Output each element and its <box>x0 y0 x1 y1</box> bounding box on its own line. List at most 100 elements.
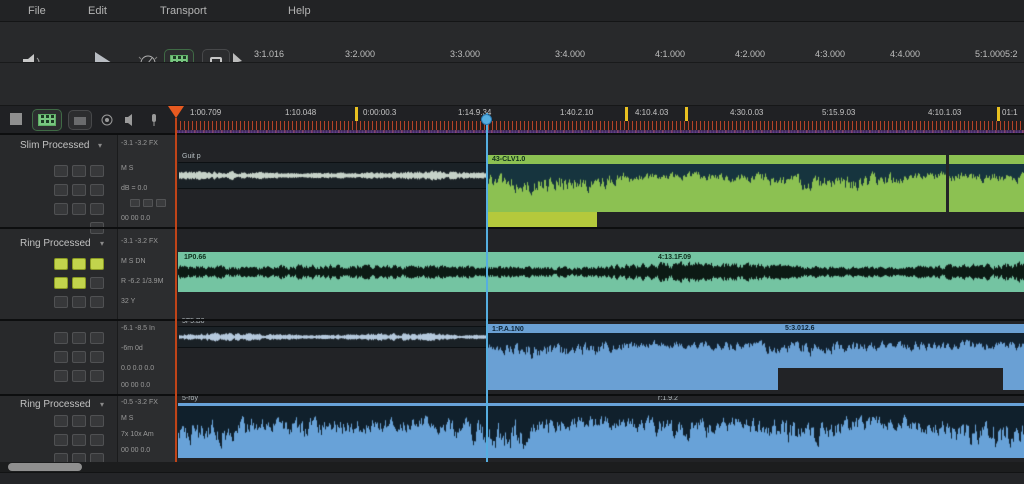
track-grid-button[interactable] <box>54 184 68 196</box>
track-grid-button[interactable] <box>90 277 104 289</box>
track-grid-button[interactable] <box>54 203 68 215</box>
edit-cursor-marker[interactable] <box>168 106 184 118</box>
speaker-small-icon[interactable] <box>124 113 138 127</box>
mini-button[interactable] <box>130 199 140 207</box>
audio-clip-green[interactable]: 43-CLV1.0 <box>487 155 1024 212</box>
track-grid-button[interactable] <box>72 332 86 344</box>
timeline-marker[interactable] <box>625 107 628 121</box>
track-volume-readout[interactable]: -3.1 -3.2 FX <box>121 238 175 245</box>
track-ruler-label: 1:40.2.10 <box>560 108 594 117</box>
track-grid-button[interactable] <box>90 434 104 446</box>
track-mute-solo[interactable]: M S <box>121 415 175 422</box>
track-grid-button[interactable] <box>72 277 86 289</box>
clip-waveform-strip[interactable] <box>178 326 487 348</box>
track-meter-readout: 32 Y <box>121 298 136 305</box>
track-grid-button[interactable] <box>72 434 86 446</box>
menu-transport[interactable]: Transport <box>160 5 207 17</box>
mini-button[interactable] <box>143 199 153 207</box>
track-db-readout: dB = 0.0 <box>121 185 148 192</box>
clip-sub-lane[interactable] <box>1003 368 1024 390</box>
track-grid-button[interactable] <box>90 258 104 270</box>
track-ruler-label: 4:10.4.03 <box>635 108 669 117</box>
monitor-small-button[interactable] <box>32 109 62 131</box>
track-grid-button[interactable] <box>54 351 68 363</box>
chevron-down-icon[interactable]: ▾ <box>98 141 102 150</box>
edit-cursor-line[interactable] <box>175 118 177 462</box>
track-ruler-label: 1:10.048 <box>285 108 317 117</box>
menu-help[interactable]: Help <box>288 5 311 17</box>
track-grid-button[interactable] <box>54 434 68 446</box>
menu-edit[interactable]: Edit <box>88 5 107 17</box>
track-grid-button[interactable] <box>72 370 86 382</box>
chevron-down-icon[interactable]: ▾ <box>100 400 104 409</box>
clip-sub-lane[interactable] <box>487 212 597 228</box>
track-grid-button[interactable] <box>90 184 104 196</box>
clip-sub-lane[interactable] <box>487 368 778 390</box>
ruler-tick-label: 4:3.000 <box>815 49 846 59</box>
track-name[interactable]: Ring Processed <box>20 399 91 410</box>
ruler-tick-label: 4:4.000 <box>890 49 921 59</box>
track-grid-button[interactable] <box>90 165 104 177</box>
clip-waveform-strip[interactable] <box>178 162 487 189</box>
ruler-tick-label: 5:2 <box>1005 49 1018 59</box>
playhead-marker[interactable] <box>481 114 492 125</box>
track-header-3[interactable]: -6.1 -8.5 In -6m 0d 0.0 0.0 0.0 00 00 0.… <box>0 320 176 395</box>
menu-file[interactable]: File <box>28 5 46 17</box>
track-name[interactable]: Slim Processed <box>20 140 89 151</box>
horizontal-scrollbar[interactable] <box>8 463 82 471</box>
record-icon[interactable] <box>100 113 114 127</box>
track-volume-readout[interactable]: -3.1 -3.2 FX <box>121 140 175 147</box>
clip-split <box>946 155 949 212</box>
audio-clip-blue[interactable] <box>178 403 1024 458</box>
timeline-marker[interactable] <box>685 107 688 121</box>
audio-clip-teal[interactable]: 1P0.66 4:13.1F.09 <box>178 252 1024 292</box>
track-grid-button[interactable] <box>72 415 86 427</box>
track-grid-button[interactable] <box>72 296 86 308</box>
stop-button[interactable] <box>10 113 22 125</box>
mini-button[interactable] <box>156 199 166 207</box>
folder-button[interactable] <box>68 110 92 130</box>
track-ruler-label: 4:10.1.03 <box>928 108 962 117</box>
led-grid-icon <box>38 114 56 126</box>
track-grid-button[interactable] <box>90 351 104 363</box>
track-grid-button[interactable] <box>72 184 86 196</box>
track-grid-button[interactable] <box>54 415 68 427</box>
clip-label: 1:P.A.1N0 <box>492 326 524 333</box>
chevron-down-icon[interactable]: ▾ <box>100 239 104 248</box>
track-grid-button[interactable] <box>90 296 104 308</box>
track-grid-button[interactable] <box>72 165 86 177</box>
track-volume-readout[interactable]: -0.5 -3.2 FX <box>121 399 175 406</box>
track-header-1[interactable]: Slim Processed ▾ -3.1 -3.2 FX M S dB = 0… <box>0 135 176 234</box>
track-separator <box>0 227 1024 229</box>
timeline-marker[interactable] <box>997 107 1000 121</box>
track-mute-solo[interactable]: M S DN <box>121 258 175 265</box>
track-grid-button[interactable] <box>72 258 86 270</box>
track-volume-readout[interactable]: -6.1 -8.5 In <box>121 325 175 332</box>
track-grid-button[interactable] <box>72 203 86 215</box>
track-ruler-label: 5:15.9.03 <box>822 108 856 117</box>
playhead-line[interactable] <box>486 113 488 462</box>
bottom-strip <box>0 462 1024 472</box>
track-separator <box>0 319 1024 321</box>
track-grid-button[interactable] <box>90 370 104 382</box>
track-grid-button[interactable] <box>72 351 86 363</box>
track-grid-button[interactable] <box>54 370 68 382</box>
mic-icon[interactable] <box>148 113 160 127</box>
track-header-2[interactable]: Ring Processed ▾ -3.1 -3.2 FX M S DN R -… <box>0 228 176 320</box>
track-grid-button[interactable] <box>54 296 68 308</box>
track-grid-button[interactable] <box>54 332 68 344</box>
track-mute-solo[interactable]: M S <box>121 165 175 172</box>
track-grid-button[interactable] <box>90 203 104 215</box>
track-db-readout: 0.0 0.0 0.0 <box>121 365 155 372</box>
track-grid-button[interactable] <box>54 277 68 289</box>
track-header-4[interactable]: Ring Processed ▾ -0.5 -3.2 FX M S 7x 10x… <box>0 395 176 465</box>
track-grid-button[interactable] <box>90 415 104 427</box>
track-name[interactable]: Ring Processed <box>20 238 91 249</box>
status-bar: 44 <box>0 472 1024 484</box>
track-grid-button[interactable] <box>90 332 104 344</box>
track-grid-button[interactable] <box>54 258 68 270</box>
track-grid-button[interactable] <box>54 165 68 177</box>
timeline-marker[interactable] <box>355 107 358 121</box>
track-mute-solo[interactable]: -6m 0d <box>121 345 175 352</box>
audio-clip-blue[interactable]: 1:P.A.1N0 5:3.012.6 <box>487 324 1024 368</box>
